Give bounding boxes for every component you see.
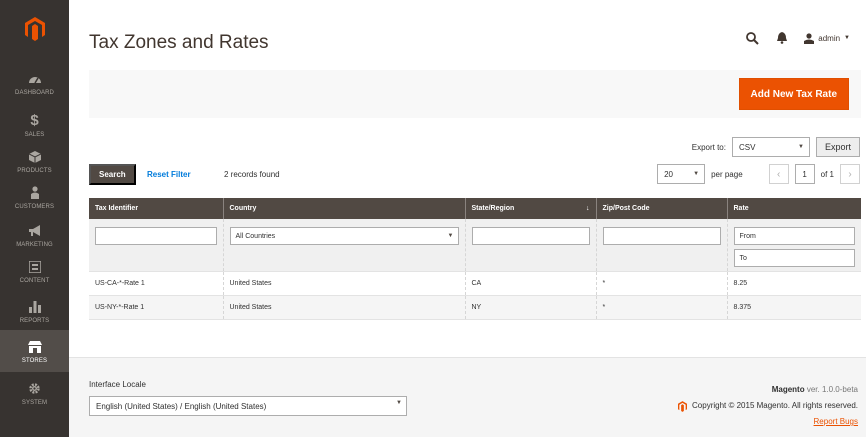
sidebar-item-label: SYSTEM bbox=[21, 399, 48, 406]
sidebar-item-label: SALES bbox=[24, 131, 45, 138]
page-title: Tax Zones and Rates bbox=[89, 32, 269, 53]
column-header-tax-identifier[interactable]: Tax Identifier bbox=[89, 198, 223, 219]
column-header-state-region[interactable]: State/Region ↓ bbox=[464, 198, 596, 219]
per-page-label: per page bbox=[711, 169, 743, 179]
report-bugs-link[interactable]: Report Bugs bbox=[814, 417, 858, 426]
filter-rate-from-input[interactable]: From bbox=[733, 227, 855, 245]
filter-rate-to-input[interactable]: To bbox=[733, 249, 855, 267]
per-page-select[interactable]: 20 ▼ bbox=[657, 164, 706, 184]
page-footer: Interface Locale English (United States)… bbox=[69, 357, 866, 437]
sidebar-item-stores[interactable]: STORES bbox=[0, 330, 69, 372]
chevron-down-icon: ▼ bbox=[798, 144, 804, 150]
tax-rates-grid: Tax Identifier Country State/Region ↓ Zip… bbox=[89, 198, 861, 320]
page-actions-bar: Add New Tax Rate bbox=[89, 70, 861, 118]
reset-filter-link[interactable]: Reset Filter bbox=[147, 170, 191, 179]
dollar-icon: $ bbox=[30, 111, 39, 129]
filter-country-value: All Countries bbox=[235, 232, 276, 240]
export-controls: Export to: CSV ▼ Export bbox=[692, 137, 860, 157]
admin-user-menu[interactable]: admin ▼ bbox=[804, 32, 850, 44]
cell-rate: 8.25 bbox=[726, 271, 861, 296]
sidebar-item-label: REPORTS bbox=[19, 317, 50, 324]
export-format-select[interactable]: CSV ▼ bbox=[731, 137, 810, 157]
grid-filter-row: All Countries ▼ From To bbox=[89, 219, 861, 272]
content-icon bbox=[28, 259, 41, 275]
admin-sidebar: DASHBOARD $ SALES PRODUCTS CUSTOMERS MAR… bbox=[0, 0, 69, 437]
cell-country: United States bbox=[222, 271, 465, 296]
cell-zip: * bbox=[595, 271, 727, 296]
table-row[interactable]: US-CA-*-Rate 1 United States CA * 8.25 bbox=[89, 271, 861, 296]
version-line: Magento ver. 1.0.0-beta bbox=[678, 382, 858, 398]
column-header-zip-code[interactable]: Zip/Post Code bbox=[595, 198, 727, 219]
bar-chart-icon bbox=[28, 299, 41, 315]
megaphone-icon bbox=[28, 223, 42, 239]
sidebar-item-customers[interactable]: CUSTOMERS bbox=[0, 176, 69, 218]
sidebar-item-dashboard[interactable]: DASHBOARD bbox=[0, 62, 69, 104]
cell-tax-identifier: US-NY-*-Rate 1 bbox=[89, 295, 223, 320]
chevron-down-icon: ▼ bbox=[396, 400, 402, 406]
page-total: of 1 bbox=[820, 169, 834, 179]
sidebar-item-label: STORES bbox=[21, 357, 48, 364]
sidebar-item-label: PRODUCTS bbox=[17, 167, 52, 174]
copyright-line: Copyright © 2015 Magento. All rights res… bbox=[678, 398, 858, 414]
cell-region: NY bbox=[464, 295, 596, 320]
sidebar-item-label: CUSTOMERS bbox=[14, 203, 55, 210]
filter-country-select[interactable]: All Countries ▼ bbox=[229, 227, 459, 245]
sidebar-item-system[interactable]: SYSTEM bbox=[0, 372, 69, 414]
filter-zip-input[interactable] bbox=[602, 227, 721, 245]
add-new-tax-rate-button[interactable]: Add New Tax Rate bbox=[738, 78, 849, 110]
cell-tax-identifier: US-CA-*-Rate 1 bbox=[89, 271, 223, 296]
version-text: ver. 1.0.0-beta bbox=[806, 385, 858, 394]
sidebar-item-reports[interactable]: REPORTS bbox=[0, 290, 69, 332]
sidebar-item-label: MARKETING bbox=[16, 241, 53, 248]
pager: 20 ▼ per page ‹ 1 of 1 › bbox=[657, 164, 860, 184]
search-icon[interactable] bbox=[744, 30, 760, 46]
cell-zip: * bbox=[595, 295, 727, 320]
chevron-down-icon: ▼ bbox=[693, 171, 700, 177]
table-row[interactable]: US-NY-*-Rate 1 United States NY * 8.375 bbox=[89, 295, 861, 320]
export-format-value: CSV bbox=[738, 142, 756, 152]
per-page-value: 20 bbox=[664, 169, 673, 179]
footer-legal: Magento ver. 1.0.0-beta Copyright © 2015… bbox=[678, 382, 858, 430]
chevron-down-icon: ▼ bbox=[844, 35, 850, 41]
page-input[interactable]: 1 bbox=[794, 164, 815, 184]
column-header-rate[interactable]: Rate bbox=[726, 198, 861, 219]
column-header-country[interactable]: Country bbox=[222, 198, 465, 219]
admin-username: admin bbox=[818, 33, 841, 43]
export-button[interactable]: Export bbox=[815, 137, 860, 157]
person-icon bbox=[30, 185, 40, 201]
prev-page-button[interactable]: ‹ bbox=[768, 164, 789, 184]
export-label: Export to: bbox=[691, 142, 726, 152]
header-actions: admin ▼ bbox=[744, 30, 850, 46]
store-icon bbox=[27, 339, 42, 355]
cell-region: CA bbox=[464, 271, 596, 296]
cell-rate: 8.375 bbox=[726, 295, 861, 320]
bell-icon[interactable] bbox=[774, 30, 790, 46]
chevron-down-icon: ▼ bbox=[447, 233, 454, 239]
sidebar-item-content[interactable]: CONTENT bbox=[0, 250, 69, 292]
sort-arrow-icon: ↓ bbox=[586, 205, 590, 212]
search-button[interactable]: Search bbox=[89, 164, 136, 185]
filter-tax-identifier-input[interactable] bbox=[95, 227, 217, 245]
filter-region-input[interactable] bbox=[471, 227, 590, 245]
cell-country: United States bbox=[222, 295, 465, 320]
interface-locale-label: Interface Locale bbox=[89, 380, 146, 389]
locale-value: English (United States) / English (Unite… bbox=[96, 401, 267, 411]
sidebar-item-label: CONTENT bbox=[19, 277, 50, 284]
magento-logo-icon bbox=[678, 400, 688, 412]
brand-name: Magento bbox=[771, 385, 805, 394]
records-count: 2 records found bbox=[224, 170, 280, 179]
grid-header-row: Tax Identifier Country State/Region ↓ Zip… bbox=[89, 198, 861, 219]
copyright-text: Copyright © 2015 Magento. All rights res… bbox=[692, 401, 858, 410]
next-page-button[interactable]: › bbox=[840, 164, 860, 184]
interface-locale-select[interactable]: English (United States) / English (Unite… bbox=[89, 396, 407, 416]
dashboard-icon bbox=[28, 71, 42, 87]
sidebar-item-label: DASHBOARD bbox=[15, 89, 54, 96]
user-icon bbox=[804, 32, 815, 44]
gear-icon bbox=[28, 381, 41, 397]
magento-logo-icon[interactable] bbox=[0, 10, 69, 48]
column-header-label: State/Region bbox=[471, 205, 515, 212]
cube-icon bbox=[28, 149, 41, 165]
